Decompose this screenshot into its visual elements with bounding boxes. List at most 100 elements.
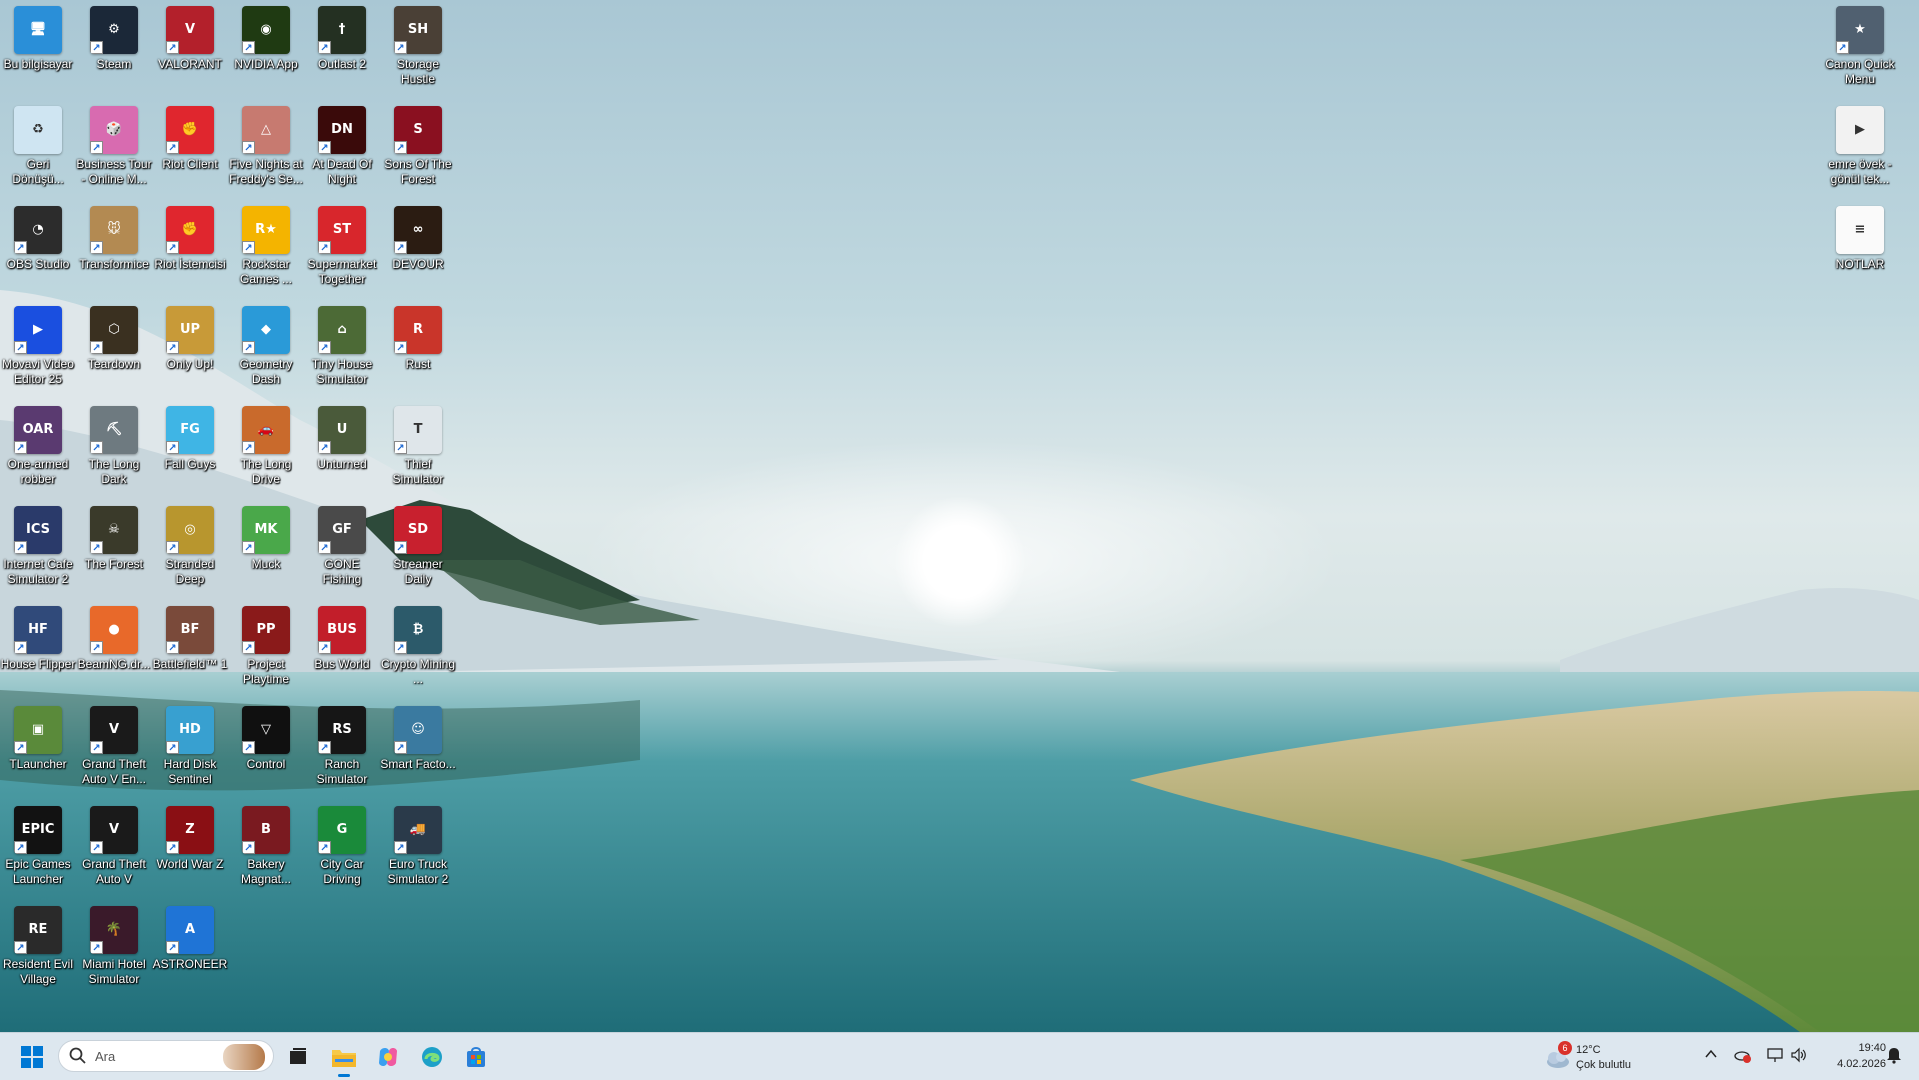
desktop-icon[interactable]: 🚚 ↗ Euro Truck Simulator 2 (380, 800, 456, 898)
desktop-icon-label: Bu bilgisayar (3, 57, 73, 71)
desktop-icon[interactable]: V ↗ VALORANT (152, 0, 228, 98)
microsoft-store-button[interactable] (458, 1039, 494, 1075)
notifications-button[interactable] (1886, 1046, 1906, 1066)
desktop-icon[interactable]: G ↗ City Car Driving (304, 800, 380, 898)
shortcut-arrow-icon: ↗ (242, 141, 255, 154)
desktop-icon[interactable]: PP ↗ Project Playtime (228, 600, 304, 698)
desktop-icon[interactable]: RE ↗ Resident Evil Village (0, 900, 76, 998)
app-icon: RE ↗ (14, 906, 62, 954)
desktop-icon[interactable]: ☺ ↗ Smart Facto... (380, 700, 456, 798)
desktop-icon[interactable]: ⌂ ↗ Tiny House Simulator (304, 300, 380, 398)
desktop-icon[interactable]: BUS ↗ Bus World (304, 600, 380, 698)
desktop-icon[interactable]: ● ↗ BeamNG.dr... (76, 600, 152, 698)
desktop-icon[interactable]: ★ ↗ Canon Quick Menu (1822, 0, 1898, 98)
search-box[interactable]: Ara (58, 1040, 274, 1072)
edge-button[interactable] (414, 1039, 450, 1075)
copilot-button[interactable] (370, 1039, 406, 1075)
desktop-icon[interactable]: R ↗ Rust (380, 300, 456, 398)
shortcut-arrow-icon: ↗ (394, 641, 407, 654)
desktop-icon[interactable]: ◎ ↗ Stranded Deep (152, 500, 228, 598)
app-icon: GF ↗ (318, 506, 366, 554)
desktop-icon[interactable]: Z ↗ World War Z (152, 800, 228, 898)
app-icon: ∞ ↗ (394, 206, 442, 254)
clock[interactable]: 19:40 4.02.2026 (1820, 1037, 1886, 1075)
desktop-icon[interactable]: ICS ↗ Internet Cafe Simulator 2 (0, 500, 76, 598)
desktop-icon[interactable]: 🌴 ↗ Miami Hotel Simulator (76, 900, 152, 998)
desktop-icon-label: Control (246, 757, 286, 771)
desktop-icon[interactable]: FG ↗ Fall Guys (152, 400, 228, 498)
app-icon: ◎ ↗ (166, 506, 214, 554)
desktop-icon[interactable]: ☠ ↗ The Forest (76, 500, 152, 598)
desktop-icon[interactable]: U ↗ Unturned (304, 400, 380, 498)
desktop-icon[interactable]: A ↗ ASTRONEER (152, 900, 228, 998)
desktop-icon[interactable]: GF ↗ GONE Fishing (304, 500, 380, 598)
desktop-icon[interactable]: ≡ NOTLAR (1822, 200, 1898, 298)
shortcut-arrow-icon: ↗ (318, 541, 331, 554)
desktop-icon-label: Ranch Simulator (316, 757, 368, 786)
desktop-icon[interactable]: ⚙ ↗ Steam (76, 0, 152, 98)
desktop-icon[interactable]: ⛏ ↗ The Long Dark (76, 400, 152, 498)
desktop-icon-label: Teardown (87, 357, 141, 371)
desktop-icon[interactable]: DN ↗ At Dead Of Night (304, 100, 380, 198)
app-icon: ⬡ ↗ (90, 306, 138, 354)
desktop-icon[interactable]: ◆ ↗ Geometry Dash (228, 300, 304, 398)
app-icon-glyph: EPIC (21, 822, 55, 837)
desktop-icon[interactable]: B ↗ Bakery Magnat... (228, 800, 304, 898)
desktop-icon[interactable]: ◔ ↗ OBS Studio (0, 200, 76, 298)
task-view-button[interactable] (280, 1039, 316, 1075)
desktop-icon[interactable]: S ↗ Sons Of The Forest (380, 100, 456, 198)
volume-button[interactable] (1790, 1046, 1810, 1066)
app-icon: ⛏ ↗ (90, 406, 138, 454)
desktop-icon-label: Sons Of The Forest (384, 157, 452, 186)
desktop-icon[interactable]: UP ↗ Only Up! (152, 300, 228, 398)
desktop-icon[interactable]: ✊ ↗ Riot Client (152, 100, 228, 198)
desktop-icon[interactable]: ▽ ↗ Control (228, 700, 304, 798)
desktop-icon[interactable]: HF ↗ House Flipper (0, 600, 76, 698)
desktop-icon[interactable]: † ↗ Outlast 2 (304, 0, 380, 98)
shortcut-arrow-icon: ↗ (90, 41, 103, 54)
desktop-icon[interactable]: MK ↗ Muck (228, 500, 304, 598)
desktop-icon[interactable]: ▶ ↗ Movavi Video Editor 25 (0, 300, 76, 398)
desktop-icon[interactable]: ST ↗ Supermarket Together (304, 200, 380, 298)
desktop-icon[interactable]: 🐭 ↗ Transformice (76, 200, 152, 298)
app-icon-glyph: ◎ (184, 522, 196, 537)
search-icon (69, 1047, 86, 1064)
desktop-icon[interactable]: ▶ emre övek - gönül tek... (1822, 100, 1898, 198)
tray-app-icon[interactable] (1734, 1046, 1754, 1066)
desktop-icon[interactable]: RS ↗ Ranch Simulator (304, 700, 380, 798)
network-button[interactable] (1766, 1046, 1786, 1066)
desktop-icon[interactable]: 🖥 Bu bilgisayar (0, 0, 76, 98)
file-explorer-button[interactable] (326, 1039, 362, 1077)
desktop-icon-label: Outlast 2 (317, 57, 367, 71)
desktop-icon[interactable]: SD ↗ Streamer Daily (380, 500, 456, 598)
desktop-icon[interactable]: ▣ ↗ TLauncher (0, 700, 76, 798)
desktop-icon-label: One-armed robber (7, 457, 69, 486)
desktop-icon[interactable]: ◉ ↗ NVIDIA App (228, 0, 304, 98)
desktop-icon[interactable]: BF ↗ Battlefield™ 1 (152, 600, 228, 698)
show-hidden-icons-button[interactable] (1704, 1047, 1724, 1067)
desktop-icon-label: Canon Quick Menu (1825, 57, 1895, 86)
desktop-icon[interactable]: 🎲 ↗ Business Tour - Online M... (76, 100, 152, 198)
app-icon-glyph: T (413, 422, 423, 437)
desktop-icon[interactable]: ₿ ↗ Crypto Mining ... (380, 600, 456, 698)
desktop-icon[interactable]: ∞ ↗ DEVOUR (380, 200, 456, 298)
desktop-icon[interactable]: ♻ Geri Dönüşü... (0, 100, 76, 198)
desktop-icon[interactable]: ⬡ ↗ Teardown (76, 300, 152, 398)
desktop-icon[interactable]: HD ↗ Hard Disk Sentinel (152, 700, 228, 798)
desktop-icon[interactable]: R★ ↗ Rockstar Games ... (228, 200, 304, 298)
active-indicator (338, 1074, 350, 1077)
desktop-icon[interactable]: V ↗ Grand Theft Auto V En... (76, 700, 152, 798)
speaker-icon (1791, 1047, 1806, 1063)
desktop-icon[interactable]: EPIC ↗ Epic Games Launcher (0, 800, 76, 898)
cloud-error-icon (1734, 1051, 1751, 1063)
desktop-icon[interactable]: T ↗ Thief Simulator (380, 400, 456, 498)
weather-widget[interactable]: 6 12°C Çok bulutlu (1540, 1039, 1670, 1075)
start-button[interactable] (14, 1039, 50, 1075)
desktop-icon[interactable]: ✊ ↗ Riot İstemcisi (152, 200, 228, 298)
desktop-icon-label: Grand Theft Auto V (82, 857, 146, 886)
desktop-icon[interactable]: OAR ↗ One-armed robber (0, 400, 76, 498)
desktop-icon[interactable]: △ ↗ Five Nights at Freddy's Se... (228, 100, 304, 198)
desktop-icon[interactable]: 🚗 ↗ The Long Drive (228, 400, 304, 498)
desktop-icon[interactable]: SH ↗ Storage Hustle (380, 0, 456, 98)
desktop-icon[interactable]: V ↗ Grand Theft Auto V (76, 800, 152, 898)
